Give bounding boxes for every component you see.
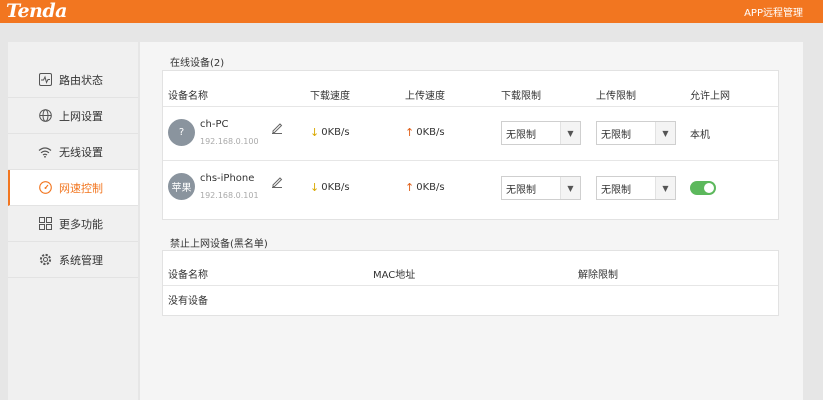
grid-icon — [38, 217, 52, 231]
download-speed: ↓ 0KB/s — [310, 181, 350, 194]
empty-message: 没有设备 — [168, 296, 208, 307]
device-name: ch-PC — [200, 119, 229, 130]
main-content: 在线设备(2) 设备名称 下载速度 上传速度 下载限制 上传限制 允许上网 ? … — [140, 42, 803, 400]
sidebar-item-label: 更多功能 — [59, 217, 103, 231]
chevron-down-icon: ▼ — [560, 122, 580, 144]
header-device-name: 设备名称 — [168, 91, 208, 102]
download-limit-select[interactable]: 无限制 ▼ — [501, 176, 581, 200]
header-device-name: 设备名称 — [168, 270, 208, 281]
chevron-down-icon: ▼ — [655, 177, 675, 199]
device-ip: 192.168.0.101 — [200, 191, 259, 200]
arrow-up-icon: ↑ — [405, 181, 415, 194]
download-speed: ↓ 0KB/s — [310, 126, 350, 139]
blacklist-title: 禁止上网设备(黑名单) — [170, 239, 268, 250]
chevron-down-icon: ▼ — [560, 177, 580, 199]
header-mac-address: MAC地址 — [373, 270, 416, 281]
sidebar-item-label: 无线设置 — [59, 145, 103, 159]
speedometer-icon — [38, 181, 52, 195]
header-upload-speed: 上传速度 — [405, 91, 445, 102]
header-download-speed: 下载速度 — [310, 91, 350, 102]
sidebar: 路由状态 上网设置 无线设置 网速控制 更多功能 系统管理 — [8, 42, 138, 400]
edit-icon[interactable] — [271, 119, 283, 134]
online-devices-title: 在线设备(2) — [170, 58, 225, 69]
header-upload-limit: 上传限制 — [596, 91, 636, 102]
sidebar-item-router-status[interactable]: 路由状态 — [8, 62, 138, 98]
edit-icon[interactable] — [271, 173, 283, 188]
header-download-limit: 下载限制 — [501, 91, 541, 102]
device-avatar: 苹果 — [168, 173, 195, 200]
upload-speed: ↑ 0KB/s — [405, 126, 445, 139]
wifi-icon — [38, 145, 52, 159]
chevron-down-icon: ▼ — [655, 122, 675, 144]
sidebar-item-label: 上网设置 — [59, 109, 103, 123]
device-avatar: ? — [168, 119, 195, 146]
app-remote-management-link[interactable]: APP远程管理 — [744, 4, 803, 19]
tenda-logo: Tenda — [6, 0, 67, 22]
sidebar-item-system-management[interactable]: 系统管理 — [8, 242, 138, 278]
local-device-label: 本机 — [690, 130, 710, 141]
arrow-down-icon: ↓ — [310, 181, 320, 194]
divider — [163, 160, 778, 161]
arrow-down-icon: ↓ — [310, 126, 320, 139]
top-bar: Tenda APP远程管理 — [0, 0, 823, 23]
divider — [163, 106, 778, 107]
arrow-up-icon: ↑ — [405, 126, 415, 139]
sidebar-item-label: 网速控制 — [59, 181, 103, 195]
upload-speed: ↑ 0KB/s — [405, 181, 445, 194]
sidebar-item-label: 路由状态 — [59, 73, 103, 87]
upload-limit-select[interactable]: 无限制 ▼ — [596, 121, 676, 145]
sidebar-item-more-features[interactable]: 更多功能 — [8, 206, 138, 242]
online-devices-panel: 设备名称 下载速度 上传速度 下载限制 上传限制 允许上网 ? ch-PC 19… — [162, 70, 779, 220]
upload-limit-select[interactable]: 无限制 ▼ — [596, 176, 676, 200]
sidebar-item-wireless-settings[interactable]: 无线设置 — [8, 134, 138, 170]
sidebar-item-speed-control[interactable]: 网速控制 — [8, 170, 138, 206]
header-allow-internet: 允许上网 — [690, 91, 730, 102]
divider — [163, 285, 778, 286]
download-limit-select[interactable]: 无限制 ▼ — [501, 121, 581, 145]
gear-icon — [38, 253, 52, 267]
header-remove-restriction: 解除限制 — [578, 270, 618, 281]
blacklist-panel: 设备名称 MAC地址 解除限制 没有设备 — [162, 250, 779, 316]
allow-internet-toggle[interactable] — [690, 181, 716, 195]
device-name: chs-iPhone — [200, 173, 255, 184]
sidebar-item-label: 系统管理 — [59, 253, 103, 267]
pulse-icon — [38, 73, 52, 87]
sidebar-item-internet-settings[interactable]: 上网设置 — [8, 98, 138, 134]
toggle-knob — [704, 183, 714, 193]
globe-icon — [38, 109, 52, 123]
device-ip: 192.168.0.100 — [200, 137, 259, 146]
